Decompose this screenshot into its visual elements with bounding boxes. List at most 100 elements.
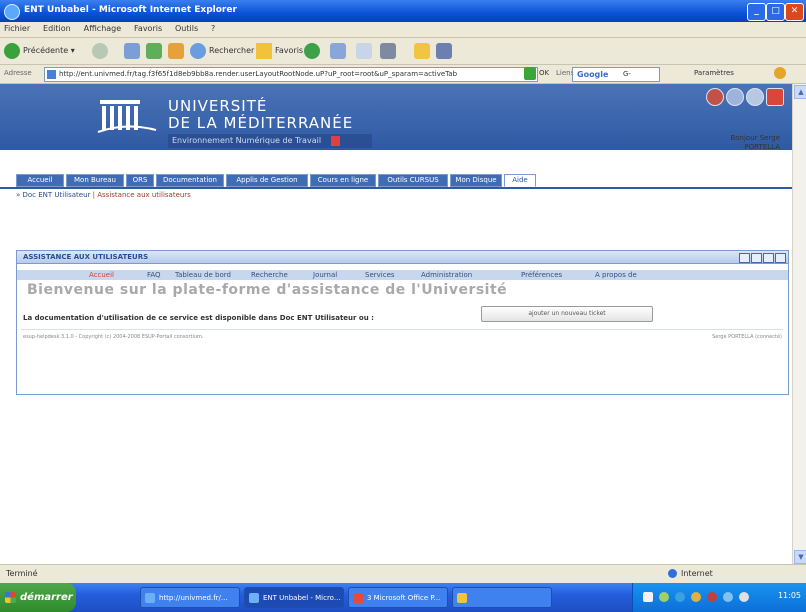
flag-icon: [331, 135, 341, 146]
university-logo: [97, 100, 157, 133]
close-button[interactable]: ✕: [785, 3, 804, 21]
security-icon[interactable]: [739, 592, 749, 602]
nav-recherche[interactable]: Recherche: [251, 271, 288, 279]
tray-app-icon[interactable]: [691, 592, 701, 602]
refresh-icon[interactable]: [146, 43, 162, 59]
web-page: UNIVERSITÉ DE LA MÉDITERRANÉE Environnem…: [0, 84, 792, 564]
language-icon[interactable]: [643, 592, 653, 602]
nav-journal[interactable]: Journal: [313, 271, 337, 279]
status-text: Terminé: [6, 569, 38, 578]
back-arrow-icon: [4, 42, 20, 59]
tab-aide[interactable]: Aide: [504, 174, 536, 187]
main-tabs: Accueil Mon Bureau ORS Documentation App…: [0, 174, 792, 189]
google-search-input[interactable]: Google G-: [572, 67, 660, 82]
ent-subtitle: Environnement Numérique de Travail: [168, 134, 372, 148]
mail-icon[interactable]: [356, 43, 372, 59]
tab-accueil[interactable]: Accueil: [16, 174, 64, 187]
search-icon: [190, 42, 206, 59]
toolbar-options-icon[interactable]: [774, 67, 786, 79]
page-icon: [47, 70, 56, 79]
settings-button[interactable]: Paramètres: [694, 69, 734, 77]
go-arrow-icon[interactable]: [524, 67, 536, 80]
panel-print-icon[interactable]: [763, 253, 774, 263]
menu-favorites[interactable]: Favoris: [130, 22, 168, 33]
forward-button[interactable]: [92, 42, 111, 60]
tab-documentation[interactable]: Documentation: [156, 174, 224, 187]
browser-status-bar: Terminé Internet: [0, 564, 806, 584]
menu-help[interactable]: ?: [207, 22, 221, 33]
home-icon[interactable]: [168, 43, 184, 59]
breadcrumb-doc-ent[interactable]: » Doc ENT Utilisateur: [16, 191, 90, 199]
help-icon[interactable]: [746, 88, 764, 106]
site-banner: UNIVERSITÉ DE LA MÉDITERRANÉE Environnem…: [0, 84, 792, 150]
tab-mon-bureau[interactable]: Mon Bureau: [66, 174, 124, 187]
stop-icon[interactable]: [124, 43, 140, 59]
nav-preferences[interactable]: Préférences: [521, 271, 562, 279]
star-icon: [256, 42, 272, 59]
window-titlebar: ENT Unbabel - Microsoft Internet Explore…: [0, 0, 806, 22]
minimize-button[interactable]: _: [747, 3, 766, 21]
ie-task-icon: [145, 593, 155, 603]
taskbar-item-1[interactable]: http://univmed.fr/...: [140, 587, 240, 608]
tab-applis-gestion[interactable]: Applis de Gestion: [226, 174, 308, 187]
new-ticket-button[interactable]: ajouter un nouveau ticket: [481, 306, 653, 322]
scroll-up-icon[interactable]: ▲: [794, 85, 806, 99]
nav-services[interactable]: Services: [365, 271, 395, 279]
start-button[interactable]: démarrer: [0, 583, 76, 612]
preferences-icon[interactable]: [726, 88, 744, 106]
powerpoint-task-icon: [353, 593, 363, 603]
nav-accueil[interactable]: Accueil: [89, 271, 114, 279]
alert-icon[interactable]: [707, 592, 717, 602]
tab-ors[interactable]: ORS: [126, 174, 154, 187]
back-button[interactable]: Précédente ▾: [4, 42, 75, 60]
nav-tableau-de-bord[interactable]: Tableau de bord: [175, 271, 231, 279]
taskbar-item-4[interactable]: [452, 587, 552, 608]
menu-file[interactable]: Fichier: [0, 22, 36, 33]
scroll-down-icon[interactable]: ▼: [794, 550, 806, 564]
history-icon[interactable]: [330, 43, 346, 59]
tab-cours-en-ligne[interactable]: Cours en ligne: [310, 174, 376, 187]
panel-edit-icon[interactable]: [739, 253, 750, 263]
maximize-button[interactable]: □: [766, 3, 785, 21]
media-icon[interactable]: [304, 43, 320, 59]
panel-minimize-icon[interactable]: [775, 253, 786, 263]
windows-taskbar: démarrer http://univmed.fr/... ENT Unbab…: [0, 583, 806, 612]
panel-maximize-icon[interactable]: [751, 253, 762, 263]
network-icon[interactable]: [659, 592, 669, 602]
go-button[interactable]: OK: [539, 69, 549, 77]
tab-mon-disque[interactable]: Mon Disque: [450, 174, 502, 187]
folder-task-icon: [457, 593, 467, 603]
taskbar-item-3[interactable]: 3 Microsoft Office P...: [348, 587, 448, 608]
taskbar-item-2[interactable]: ENT Unbabel - Micro...: [244, 587, 344, 608]
folder-icon[interactable]: [414, 43, 430, 59]
tab-outils-cursus[interactable]: Outils CURSUS: [378, 174, 448, 187]
nav-a-propos[interactable]: A propos de: [595, 271, 637, 279]
menu-view[interactable]: Affichage: [80, 22, 128, 33]
exit-icon[interactable]: [766, 88, 784, 106]
print-icon[interactable]: [380, 43, 396, 59]
google-search-button[interactable]: G-: [623, 70, 631, 78]
header-icons: [706, 88, 786, 106]
messenger-icon[interactable]: [436, 43, 452, 59]
nav-administration[interactable]: Administration: [421, 271, 472, 279]
address-input[interactable]: http://ent.univmed.fr/tag.f3f65f1d8eb9bb…: [44, 67, 538, 82]
menu-tools[interactable]: Outils: [171, 22, 204, 33]
helpdesk-copyright: esup-helpdesk 3.1.0 - Copyright (c) 2004…: [23, 334, 204, 340]
menu-edit[interactable]: Edition: [39, 22, 77, 33]
panel-header: ASSISTANCE AUX UTILISATEURS: [17, 251, 788, 264]
system-tray: 11:05: [632, 583, 806, 612]
menu-bar: Fichier Edition Affichage Favoris Outils…: [0, 22, 806, 38]
favorites-button[interactable]: Favoris: [256, 42, 303, 60]
clock[interactable]: 11:05: [778, 591, 801, 600]
nav-faq[interactable]: FAQ: [147, 271, 161, 279]
google-logo: Google: [577, 70, 609, 79]
panel-title: ASSISTANCE AUX UTILISATEURS: [23, 253, 149, 261]
search-button[interactable]: Rechercher: [190, 42, 254, 60]
logout-icon[interactable]: [706, 88, 724, 106]
volume-icon[interactable]: [723, 592, 733, 602]
windows-logo-icon: [5, 592, 16, 603]
vertical-scrollbar[interactable]: ▲ ▼: [792, 84, 806, 564]
connected-user: Serge PORTELLA (connecté): [712, 334, 782, 340]
antivirus-icon[interactable]: [675, 592, 685, 602]
breadcrumb-assistance[interactable]: Assistance aux utilisateurs: [97, 191, 191, 199]
